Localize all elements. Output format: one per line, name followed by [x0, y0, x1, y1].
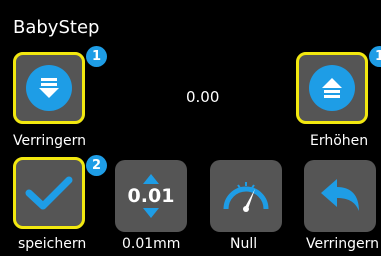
save-button[interactable] [13, 157, 85, 229]
decrease-badge: 1 [86, 46, 107, 67]
checkmark-icon [25, 176, 73, 210]
step-size-value: 0.01 [127, 185, 175, 207]
save-badge: 2 [86, 155, 107, 176]
gauge-icon [223, 182, 269, 212]
step-size-label: 0.01mm [122, 236, 181, 252]
decrease-button[interactable] [13, 52, 85, 124]
increase-badge: 1 [369, 46, 381, 67]
back-arrow-icon [321, 179, 359, 211]
arrow-up-small-icon [142, 174, 159, 184]
arrow-up-icon [309, 65, 355, 111]
decrease-label: Verringern [13, 133, 87, 149]
arrow-down-small-icon [142, 208, 159, 218]
step-size-button[interactable]: 0.01 [115, 160, 187, 232]
zero-button[interactable] [210, 160, 282, 232]
babystep-value: 0.00 [186, 88, 220, 106]
increase-label: Erhöhen [310, 133, 369, 149]
back-button[interactable] [304, 160, 376, 232]
save-label: speichern [18, 236, 87, 252]
increase-button[interactable] [296, 52, 368, 124]
arrow-down-icon [26, 65, 72, 111]
screen-title: BabyStep [13, 17, 100, 38]
back-label: Verringern [306, 236, 380, 252]
zero-label: Null [230, 236, 258, 252]
